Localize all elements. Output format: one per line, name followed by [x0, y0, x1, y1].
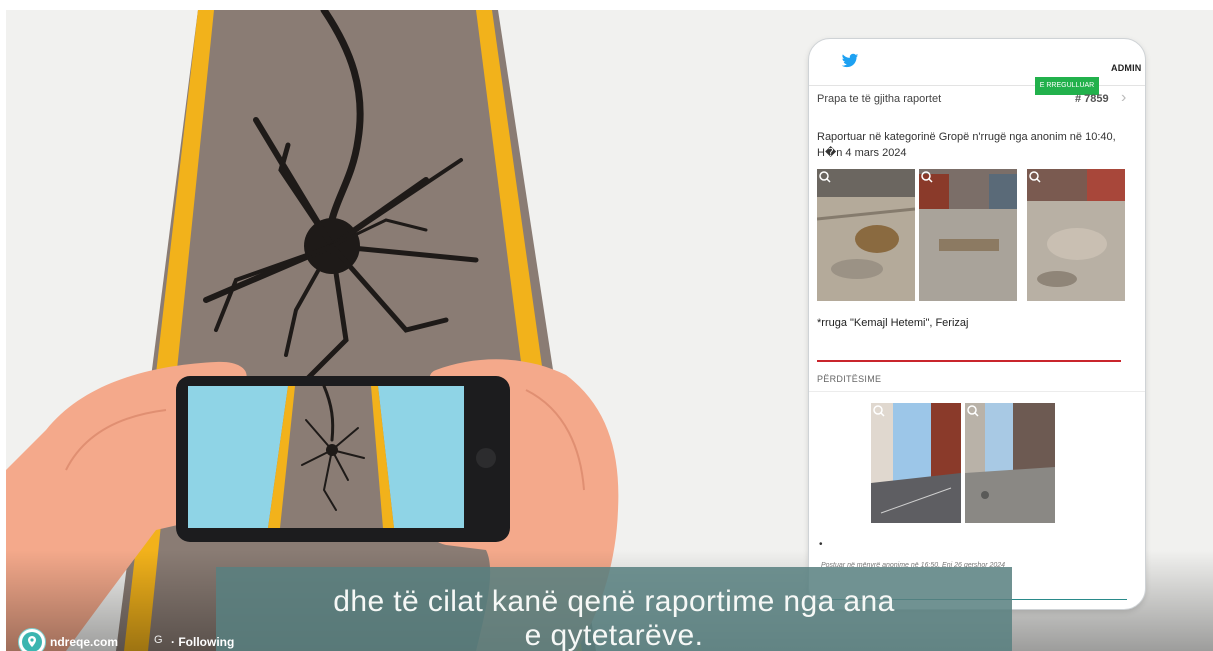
location-pin-icon [22, 632, 42, 651]
zoom-icon[interactable] [1029, 171, 1041, 183]
update-photo-2[interactable] [965, 403, 1055, 523]
following-button[interactable]: · Following [171, 635, 234, 649]
update-bullet: • [819, 539, 823, 550]
subtitle-line-1: dhe të cilat kanë qenë raportime nga ana [333, 585, 895, 618]
divider [817, 360, 1121, 362]
zoom-icon[interactable] [873, 405, 885, 417]
back-to-reports-link[interactable]: Prapa te të gjitha raportet [817, 93, 941, 105]
smartphone-icon [176, 376, 510, 542]
subtitle-line-2: e qytetarëve. [524, 619, 704, 651]
channel-name[interactable]: ndreqe.com [50, 635, 118, 649]
zoom-icon[interactable] [921, 171, 933, 183]
report-address: *rruga "Kemajl Hetemi", Ferizaj [817, 317, 969, 329]
chevron-right-icon[interactable]: › [1121, 89, 1126, 107]
updates-title: PËRDITËSIME [817, 374, 882, 384]
subtitle-overlay: dhe të cilat kanë qenë raportime nga ana… [216, 567, 1012, 651]
report-photo-2[interactable] [919, 169, 1017, 301]
report-phone-mockup: ADMIN E RREGULLUAR Prapa te të gjitha ra… [808, 38, 1146, 610]
report-photo-3[interactable] [1027, 169, 1125, 301]
twitter-icon[interactable] [841, 53, 859, 69]
update-photo-1[interactable] [871, 403, 961, 523]
video-frame[interactable]: ADMIN E RREGULLUAR Prapa te të gjitha ra… [6, 10, 1213, 651]
updates-section-header: PËRDITËSIME [809, 365, 1145, 392]
zoom-icon[interactable] [967, 405, 979, 417]
admin-label[interactable]: ADMIN [1111, 63, 1142, 73]
verified-icon: G [154, 634, 163, 646]
zoom-icon[interactable] [819, 171, 831, 183]
report-id: # 7859 [1075, 93, 1109, 105]
report-meta: Raportuar në kategorinë Gropë n'rrugë ng… [817, 131, 1116, 159]
report-photo-1[interactable] [817, 169, 915, 301]
channel-avatar[interactable] [18, 628, 46, 651]
